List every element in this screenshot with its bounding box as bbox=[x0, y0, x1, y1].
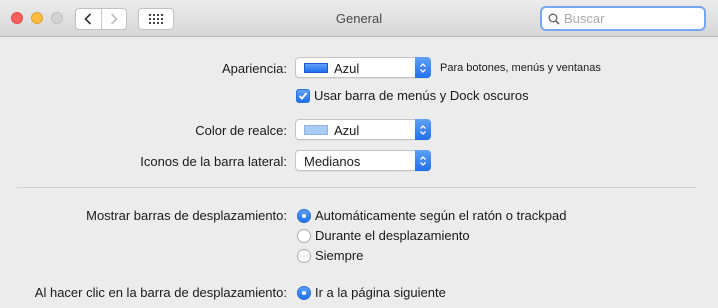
search-input[interactable] bbox=[564, 11, 694, 26]
scrollbars-option-scrolling[interactable]: Durante el desplazamiento bbox=[315, 228, 470, 243]
sidebar-icons-stepper bbox=[415, 150, 431, 171]
scrollbars-radio-scrolling[interactable] bbox=[297, 229, 311, 243]
highlight-selected: Azul bbox=[334, 123, 360, 138]
sidebar-icons-label: Iconos de la barra lateral: bbox=[140, 154, 287, 169]
appearance-color-swatch bbox=[304, 63, 328, 73]
sidebar-icons-popup[interactable]: Medianos bbox=[295, 150, 431, 171]
search-icon bbox=[548, 13, 560, 25]
title-bar: General bbox=[0, 0, 718, 37]
appearance-popup[interactable]: Azul bbox=[295, 57, 431, 78]
dark-menu-label[interactable]: Usar barra de menús y Dock oscuros bbox=[314, 88, 529, 103]
highlight-popup[interactable]: Azul bbox=[295, 119, 431, 140]
chevron-up-down-icon bbox=[420, 155, 426, 166]
highlight-stepper bbox=[415, 119, 431, 140]
checkmark-icon bbox=[298, 92, 308, 100]
search-field[interactable] bbox=[540, 6, 706, 31]
scrollbars-option-auto[interactable]: Automáticamente según el ratón o trackpa… bbox=[315, 208, 566, 223]
sidebar-icons-selected: Medianos bbox=[304, 154, 361, 169]
scrollbars-radio-auto[interactable] bbox=[297, 209, 311, 223]
section-divider bbox=[17, 187, 696, 188]
highlight-color-swatch bbox=[304, 125, 328, 135]
chevron-up-down-icon bbox=[420, 124, 426, 135]
dark-menu-checkbox[interactable] bbox=[296, 89, 310, 103]
appearance-stepper bbox=[415, 57, 431, 78]
highlight-label: Color de realce: bbox=[195, 123, 287, 138]
click-scrollbar-radio-next-page[interactable] bbox=[297, 286, 311, 300]
appearance-hint: Para botones, menús y ventanas bbox=[440, 62, 601, 74]
appearance-selected: Azul bbox=[334, 61, 360, 76]
scrollbars-label: Mostrar barras de desplazamiento: bbox=[86, 208, 287, 223]
scrollbars-option-always[interactable]: Siempre bbox=[315, 248, 363, 263]
click-scrollbar-label: Al hacer clic en la barra de desplazamie… bbox=[34, 285, 287, 300]
chevron-up-down-icon bbox=[420, 62, 426, 73]
appearance-label: Apariencia: bbox=[221, 61, 287, 76]
scrollbars-radio-always[interactable] bbox=[297, 249, 311, 263]
click-scrollbar-option-next-page[interactable]: Ir a la página siguiente bbox=[315, 285, 446, 300]
